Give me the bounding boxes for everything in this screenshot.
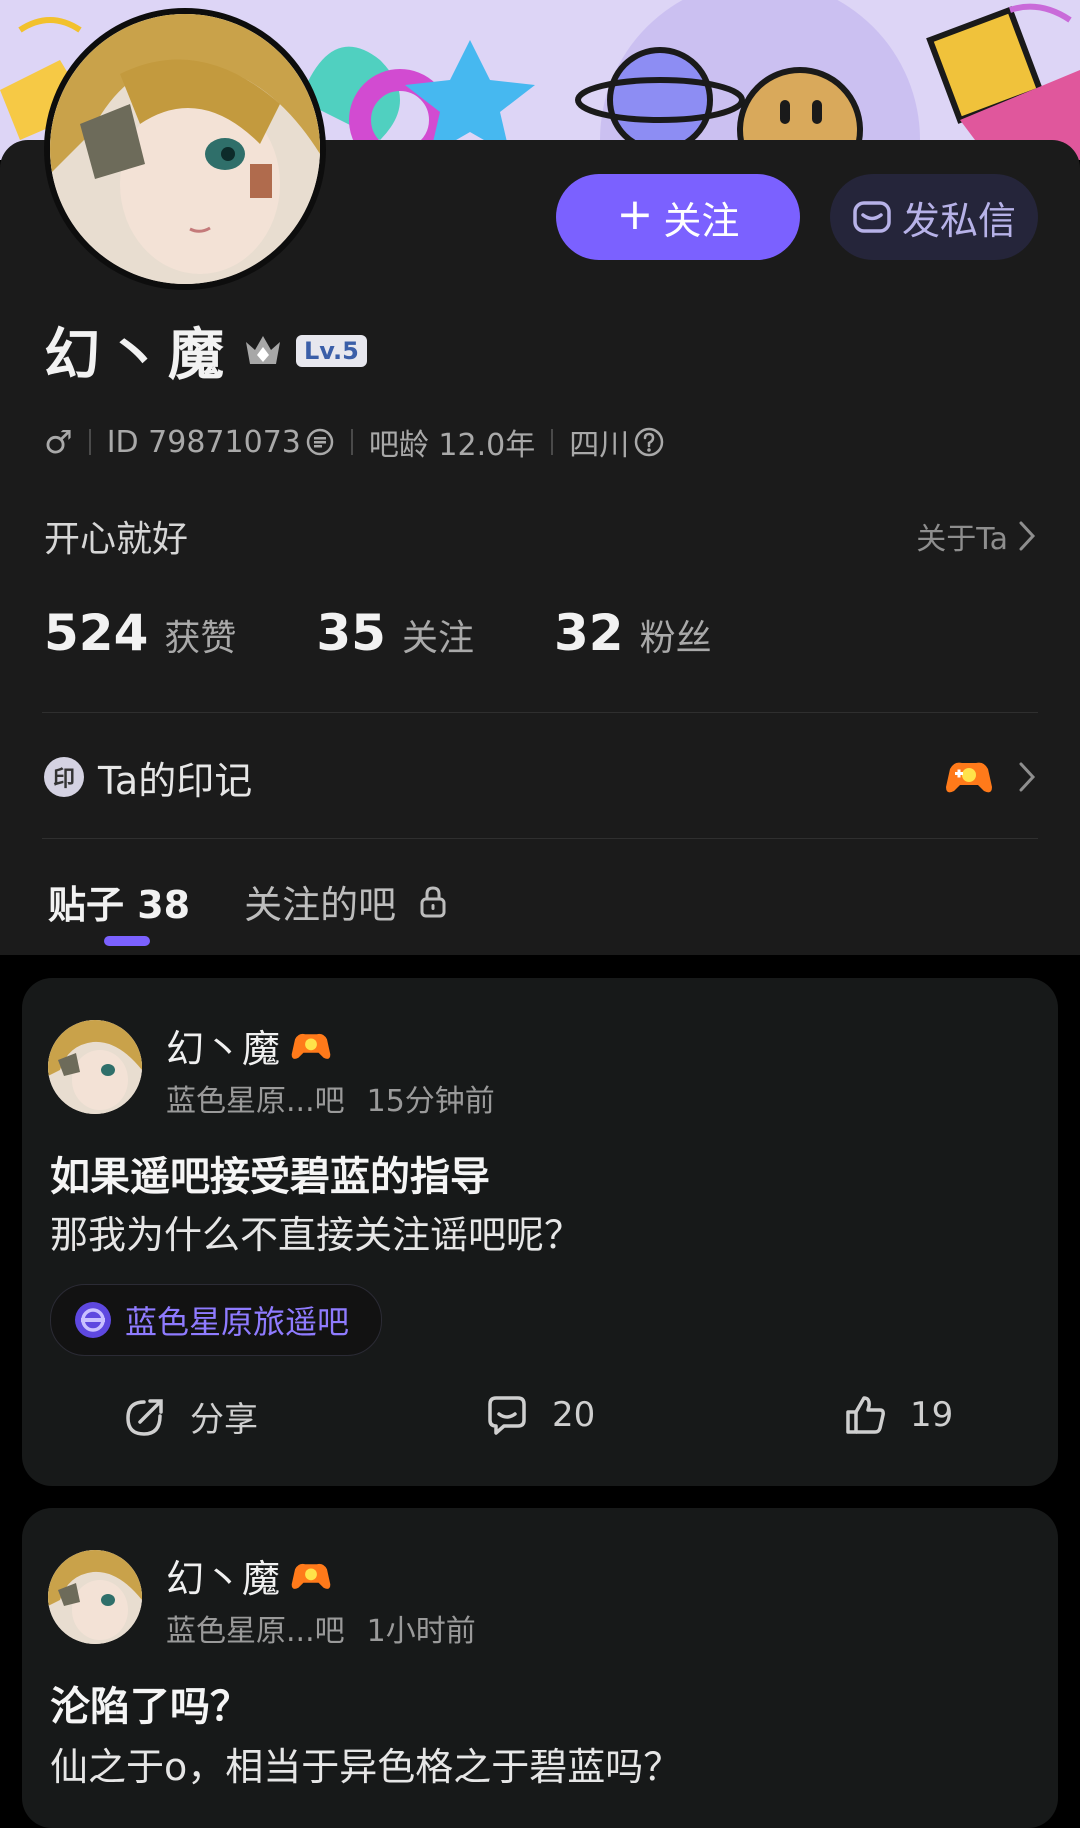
direct-message-button[interactable]: 发私信 [830, 174, 1038, 260]
follow-button[interactable]: + 关注 [556, 174, 800, 260]
post-card[interactable]: 幻丶魔 蓝色星原...吧 1小时前 沦陷了吗？ 仙之于o，相当于异色格之于碧蓝吗… [22, 1508, 1058, 1828]
location[interactable]: 四川 [569, 420, 665, 464]
meta-divider [551, 429, 554, 455]
chevron-right-icon [1019, 521, 1036, 551]
user-id-text: ID 79871073 [106, 424, 301, 460]
mark-label: Ta的印记 [98, 758, 253, 803]
username-row: 幻丶魔 Lv.5 [44, 310, 367, 391]
follow-button-label: 关注 [663, 198, 740, 243]
gender-icon: ♂ [44, 423, 73, 461]
post-time: 1小时前 [366, 1614, 476, 1649]
forum-tag-label: 蓝色星原旅遥吧 [125, 1303, 350, 1341]
profile-stats: 524 获赞 35 关注 32 粉丝 [44, 604, 792, 662]
stat-value: 35 [316, 604, 386, 662]
stat-label: 粉丝 [639, 618, 712, 659]
gamepad-badge-icon [291, 1563, 331, 1589]
stat-value: 32 [554, 604, 624, 662]
comment-count: 20 [552, 1395, 596, 1435]
username: 幻丶魔 [44, 323, 230, 388]
crown-icon [246, 335, 280, 364]
tab-posts-label: 贴子 38 [48, 883, 191, 927]
avatar-image [50, 14, 320, 284]
gamepad-badge-icon [291, 1033, 331, 1059]
post-author-avatar[interactable] [48, 1550, 142, 1644]
post-author-name: 幻丶魔 [166, 1027, 281, 1071]
post-author[interactable]: 幻丶魔 [166, 1548, 332, 1603]
share-button[interactable]: 分享 [122, 1392, 258, 1441]
avatar-image [48, 1020, 142, 1114]
copy-id-icon [306, 428, 334, 456]
dm-button-label: 发私信 [901, 198, 1016, 243]
about-link-label: 关于Ta [916, 522, 1008, 557]
like-button[interactable]: 19 [842, 1392, 953, 1438]
section-divider [42, 712, 1038, 713]
post-time: 15分钟前 [366, 1084, 495, 1119]
lock-icon [420, 885, 446, 917]
stat-label: 获赞 [164, 618, 237, 659]
share-icon [126, 1398, 163, 1436]
post-forum-name[interactable]: 蓝色星原...吧 [166, 1606, 345, 1650]
location-text: 四川 [569, 428, 630, 463]
post-title: 沦陷了吗？ [50, 1684, 250, 1730]
post-title: 如果遥吧接受碧蓝的指导 [50, 1154, 490, 1200]
about-link[interactable]: 关于Ta [916, 514, 1038, 558]
tab-posts[interactable]: 贴子 38 [48, 874, 191, 946]
stat-label: 关注 [401, 618, 474, 659]
forum-tag[interactable]: 蓝色星原旅遥吧 [50, 1284, 383, 1356]
chevron-right-icon [1019, 762, 1036, 792]
meta-divider [350, 429, 353, 455]
post-meta: 蓝色星原...吧 15分钟前 [166, 1076, 495, 1120]
active-tab-indicator [104, 936, 150, 946]
mark-icon: 印 [44, 757, 84, 797]
stat-following[interactable]: 35 关注 [316, 604, 474, 662]
stat-fans[interactable]: 32 粉丝 [554, 604, 712, 662]
post-forum-name[interactable]: 蓝色星原...吧 [166, 1076, 345, 1120]
meta-divider [88, 429, 91, 455]
post-body: 那我为什么不直接关注谣吧呢？ [50, 1213, 583, 1257]
profile-avatar[interactable] [44, 8, 326, 290]
user-marks-row[interactable]: 印 Ta的印记 [44, 752, 1038, 803]
mail-icon [853, 201, 891, 233]
share-label: 分享 [190, 1400, 258, 1440]
post-meta: 蓝色星原...吧 1小时前 [166, 1606, 476, 1650]
post-author[interactable]: 幻丶魔 [166, 1018, 332, 1073]
post-body: 仙之于o，相当于异色格之于碧蓝吗？ [50, 1745, 682, 1789]
help-icon [634, 427, 664, 457]
post-author-avatar[interactable] [48, 1020, 142, 1114]
post-card[interactable]: 幻丶魔 蓝色星原...吧 15分钟前 如果遥吧接受碧蓝的指导 那我为什么不直接关… [22, 978, 1058, 1486]
like-count: 19 [910, 1395, 954, 1435]
stat-likes[interactable]: 524 获赞 [44, 604, 236, 662]
stat-value: 524 [44, 604, 149, 662]
forum-icon [75, 1302, 111, 1338]
comment-button[interactable]: 20 [484, 1392, 595, 1438]
comment-icon [488, 1396, 526, 1435]
thumbs-up-icon [846, 1396, 885, 1434]
user-id[interactable]: ID 79871073 [107, 425, 335, 460]
post-author-name: 幻丶魔 [166, 1557, 281, 1601]
user-meta: ♂ ID 79871073 吧龄 12.0年 四川 [44, 420, 665, 464]
bar-age: 吧龄 12.0年 [368, 428, 536, 463]
tab-followed-bars[interactable]: 关注的吧 [244, 874, 448, 929]
avatar-image [48, 1550, 142, 1644]
profile-tabs: 贴子 38 关注的吧 [48, 874, 448, 946]
section-divider [42, 838, 1038, 839]
gamepad-badge-icon [946, 762, 992, 793]
level-badge: Lv.5 [296, 334, 367, 367]
user-signature: 开心就好 [44, 519, 189, 560]
tab-followed-bars-label: 关注的吧 [244, 883, 397, 927]
plus-icon: + [616, 189, 654, 240]
